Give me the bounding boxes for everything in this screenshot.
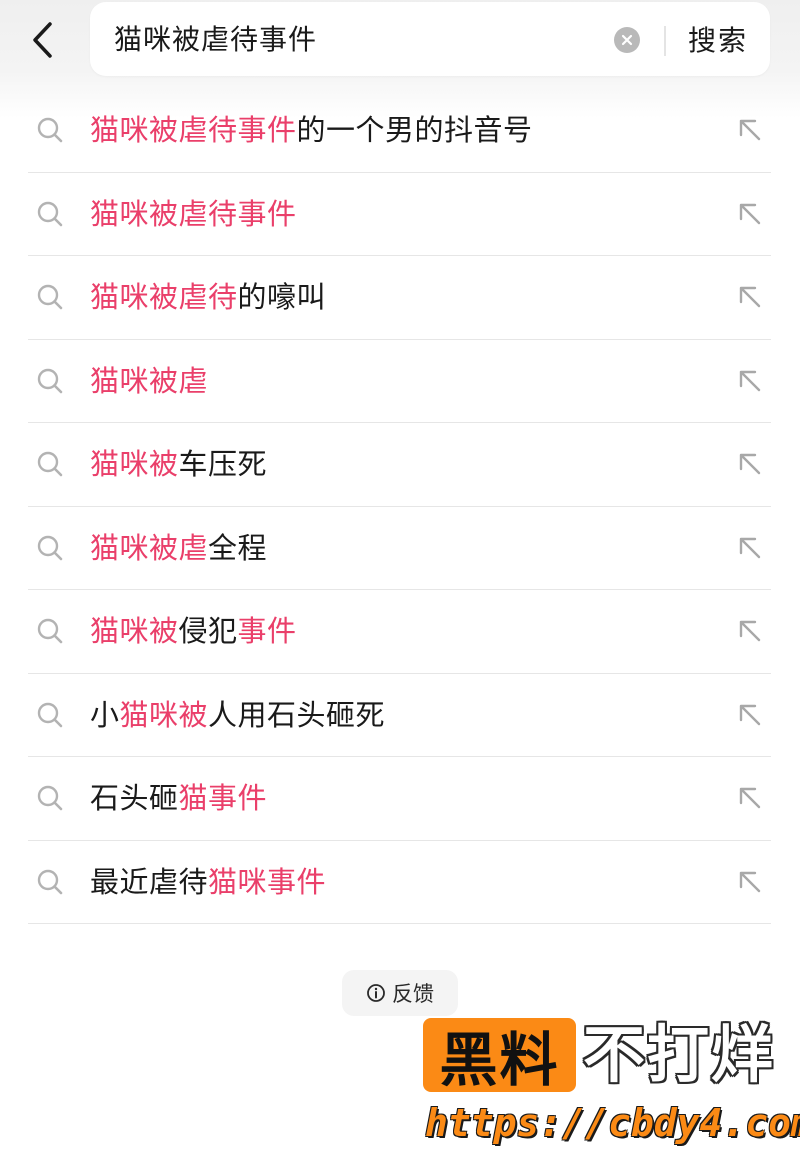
suggestion-row[interactable]: 猫咪被虐待的嚎叫	[28, 256, 771, 340]
fill-arrow-up-left-icon[interactable]	[735, 366, 765, 396]
watermark-boxed-text: 黑料	[439, 1026, 560, 1094]
highlighted-keyword: 猫咪被虐	[90, 363, 209, 398]
suggestion-row[interactable]: 猫咪被侵犯事件	[28, 590, 771, 674]
highlighted-keyword: 猫事件	[178, 781, 268, 815]
suggestion-text: 猫咪被虐	[90, 340, 208, 422]
chevron-left-icon	[33, 22, 52, 58]
feedback-button[interactable]: 反馈	[342, 970, 458, 1016]
highlighted-keyword: 猫咪被虐待事件	[90, 113, 297, 147]
suggestion-text-part: 车压死	[178, 447, 268, 481]
suggestion-row[interactable]: 石头砸猫事件	[28, 757, 771, 841]
watermark-outline-text: 不打烊	[583, 1018, 776, 1091]
highlighted-keyword: 猫咪被	[90, 614, 179, 648]
fill-arrow-up-left-icon[interactable]	[735, 616, 765, 646]
watermark-url: https://cbdy4.com	[425, 1101, 800, 1145]
watermark-logo-box: 黑料	[423, 1018, 576, 1094]
fill-arrow-up-left-icon[interactable]	[735, 199, 765, 229]
suggestion-text-part: 人用石头砸死	[208, 697, 386, 732]
highlighted-keyword: 猫咪被虐待事件	[90, 196, 297, 231]
suggestion-row[interactable]: 猫咪被虐全程	[28, 507, 771, 590]
divider	[664, 26, 666, 56]
search-box: 猫咪被虐待事件 搜索	[90, 2, 770, 76]
search-icon	[37, 284, 63, 310]
suggestion-row[interactable]: 猫咪被虐	[28, 340, 771, 423]
suggestion-text: 最近虐待猫咪事件	[90, 841, 326, 923]
fill-arrow-up-left-icon[interactable]	[735, 700, 765, 730]
search-icon	[37, 785, 63, 811]
suggestion-text-part: 小	[90, 697, 120, 732]
fill-arrow-up-left-icon[interactable]	[735, 282, 765, 312]
highlighted-keyword: 猫咪被虐待	[90, 280, 238, 314]
feedback-label: 反馈	[392, 982, 434, 1006]
suggestion-list: 猫咪被虐待事件的一个男的抖音号 猫咪被虐待事件 猫咪被虐待的嚎叫 猫咪被虐 猫咪被车压死…	[28, 89, 771, 924]
highlighted-keyword: 猫咪被虐	[90, 530, 209, 565]
suggestion-text: 石头砸猫事件	[90, 757, 267, 839]
search-icon	[37, 702, 63, 727]
fill-arrow-up-left-icon[interactable]	[735, 533, 765, 563]
search-button[interactable]: 搜索	[688, 2, 748, 76]
search-input[interactable]: 猫咪被虐待事件	[114, 2, 317, 76]
suggestion-row[interactable]: 小猫咪被人用石头砸死	[28, 674, 771, 757]
suggestion-text-part: 侵犯	[178, 614, 238, 648]
suggestion-text-part: 的一个男的抖音号	[296, 113, 533, 147]
search-icon	[37, 368, 63, 393]
fill-arrow-up-left-icon[interactable]	[735, 783, 765, 813]
search-icon	[37, 618, 63, 644]
search-icon	[37, 535, 63, 560]
suggestion-text: 猫咪被车压死	[90, 423, 267, 505]
search-icon	[37, 451, 63, 477]
suggestion-text: 猫咪被虐待的嚎叫	[90, 256, 326, 338]
fill-arrow-up-left-icon[interactable]	[735, 449, 765, 479]
suggestion-text-part: 最近虐待	[90, 864, 209, 899]
info-circle-icon	[367, 984, 385, 1002]
fill-arrow-up-left-icon[interactable]	[735, 115, 765, 145]
suggestion-text: 猫咪被虐全程	[90, 507, 267, 589]
search-icon	[37, 869, 63, 894]
highlighted-keyword: 猫咪被	[119, 697, 209, 732]
fill-arrow-up-left-icon[interactable]	[735, 867, 765, 897]
suggestion-text-part: 的嚎叫	[237, 280, 327, 314]
suggestion-row[interactable]: 猫咪被车压死	[28, 423, 771, 507]
highlighted-keyword: 猫咪事件	[208, 864, 327, 899]
highlighted-keyword: 猫咪被	[90, 447, 179, 481]
clear-button[interactable]	[614, 27, 640, 53]
suggestion-row[interactable]: 最近虐待猫咪事件	[28, 841, 771, 924]
suggestion-text: 小猫咪被人用石头砸死	[90, 674, 385, 756]
suggestion-row[interactable]: 猫咪被虐待事件	[28, 173, 771, 256]
suggestion-text: 猫咪被虐待事件	[90, 173, 297, 255]
search-icon	[37, 201, 63, 226]
suggestion-text: 猫咪被侵犯事件	[90, 590, 297, 672]
search-icon	[37, 117, 63, 143]
suggestion-text: 猫咪被虐待事件的一个男的抖音号	[90, 89, 533, 171]
suggestion-text-part: 全程	[208, 530, 268, 565]
suggestion-row[interactable]: 猫咪被虐待事件的一个男的抖音号	[28, 89, 771, 173]
suggestion-text-part: 石头砸	[90, 781, 179, 815]
back-button[interactable]	[22, 18, 62, 62]
close-icon	[621, 34, 633, 46]
highlighted-keyword: 事件	[237, 614, 297, 648]
